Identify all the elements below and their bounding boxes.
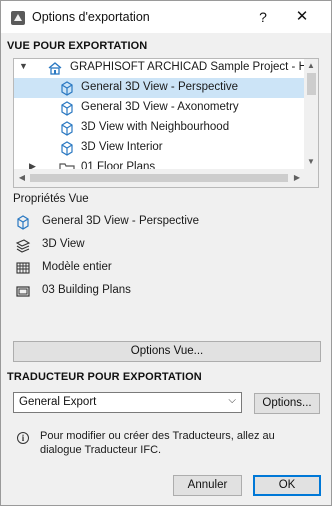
property-view-name: General 3D View - Perspective	[13, 213, 313, 231]
tree-item-label: 01 Floor Plans	[81, 161, 156, 169]
translator-options-button[interactable]: Options...	[254, 393, 320, 414]
scroll-thumb[interactable]	[30, 174, 288, 182]
window-title: Options d'exportation	[32, 10, 150, 24]
view-section-heading: VUE POUR EXPORTATION	[7, 40, 148, 52]
properties-heading: Propriétés Vue	[13, 193, 89, 205]
expand-arrow-icon[interactable]: ▶	[29, 161, 36, 169]
property-label: 3D View	[42, 238, 85, 250]
tree-horizontal-scrollbar[interactable]: ◀ ▶	[14, 169, 318, 187]
tree-item-project[interactable]: ▼ GRAPHISOFT ARCHICAD Sample Project - H…	[14, 59, 306, 78]
tree-item-label: 3D View Interior	[81, 141, 163, 153]
model-icon	[16, 262, 30, 274]
tree-item-perspective[interactable]: General 3D View - Perspective	[14, 78, 306, 98]
scroll-left-icon[interactable]: ◀	[15, 171, 29, 185]
3d-view-icon	[61, 101, 73, 116]
layers-icon	[15, 239, 31, 253]
help-button[interactable]: ?	[256, 7, 270, 27]
translator-select[interactable]: General Export ⌵	[13, 392, 242, 413]
3d-view-icon	[61, 121, 73, 136]
scroll-right-icon[interactable]: ▶	[290, 171, 304, 185]
property-layout: 03 Building Plans	[13, 282, 313, 300]
3d-view-icon	[17, 215, 29, 230]
project-icon	[48, 62, 62, 75]
translator-selected-value: General Export	[19, 396, 97, 408]
tree-vertical-scrollbar[interactable]: ▲ ▼	[304, 59, 318, 169]
folder-icon	[59, 163, 75, 169]
tree-item-axonometry[interactable]: General 3D View - Axonometry	[14, 98, 306, 118]
cancel-button[interactable]: Annuler	[173, 475, 242, 496]
property-label: General 3D View - Perspective	[42, 215, 200, 227]
scroll-thumb[interactable]	[307, 73, 316, 95]
close-button[interactable]: ✕	[293, 7, 311, 27]
translator-section-heading: TRADUCTEUR POUR EXPORTATION	[7, 371, 202, 383]
collapse-arrow-icon[interactable]: ▼	[19, 61, 28, 71]
property-label: Modèle entier	[42, 261, 112, 273]
tree-item-interior[interactable]: 3D View Interior	[14, 138, 306, 158]
app-icon	[11, 11, 25, 25]
tree-item-neighbourhood[interactable]: 3D View with Neighbourhood	[14, 118, 306, 138]
info-text: Pour modifier ou créer des Traducteurs, …	[40, 430, 275, 456]
layout-icon	[16, 286, 30, 297]
property-label: 03 Building Plans	[42, 284, 131, 296]
info-icon: i	[17, 432, 29, 444]
property-view-type: 3D View	[13, 236, 313, 254]
view-options-button[interactable]: Options Vue...	[13, 341, 321, 362]
view-tree[interactable]: ▼ GRAPHISOFT ARCHICAD Sample Project - H…	[13, 58, 319, 188]
scroll-up-icon[interactable]: ▲	[304, 59, 318, 73]
property-model: Modèle entier	[13, 259, 313, 277]
3d-view-icon	[61, 141, 73, 156]
tree-item-floor-plans[interactable]: ▶ 01 Floor Plans	[14, 158, 306, 169]
ok-button[interactable]: OK	[253, 475, 321, 496]
title-bar: Options d'exportation ? ✕	[1, 1, 331, 33]
export-options-dialog: Options d'exportation ? ✕ VUE POUR EXPOR…	[0, 0, 332, 506]
chevron-down-icon: ⌵	[228, 395, 236, 406]
tree-item-label: GRAPHISOFT ARCHICAD Sample Project - Hil…	[70, 61, 306, 73]
tree-item-label: 3D View with Neighbourhood	[81, 121, 230, 133]
tree-item-label: General 3D View - Perspective	[81, 81, 239, 93]
tree-item-label: General 3D View - Axonometry	[81, 101, 239, 113]
scroll-down-icon[interactable]: ▼	[304, 155, 318, 169]
3d-view-icon	[61, 81, 73, 96]
